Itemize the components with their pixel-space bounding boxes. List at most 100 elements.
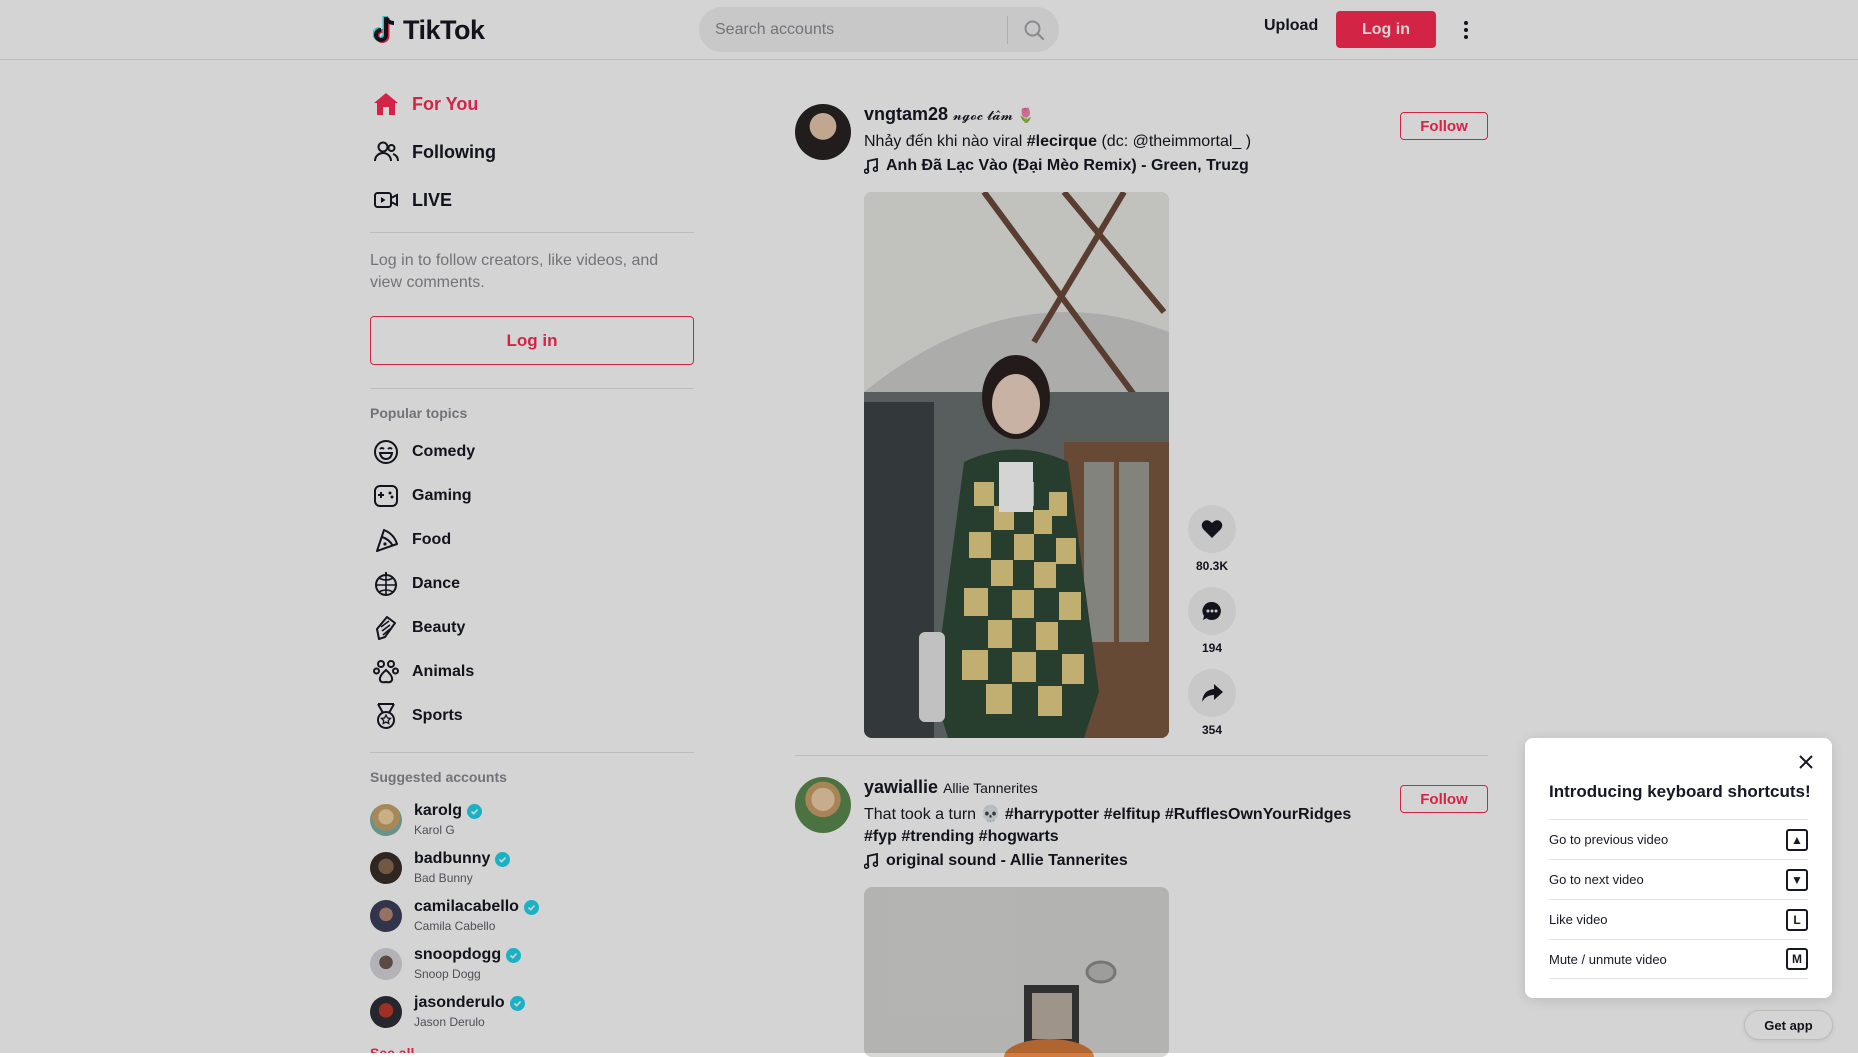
topic-comedy[interactable]: Comedy [372, 438, 475, 466]
avatar [370, 996, 402, 1028]
follow-button[interactable]: Follow [1400, 785, 1488, 813]
topic-label: Animals [412, 663, 474, 681]
music-link[interactable]: original sound - Allie Tannerites [864, 852, 1384, 870]
suggested-account[interactable]: jasonderulo Jason Derulo [370, 994, 525, 1029]
nav-label: LIVE [412, 190, 452, 211]
music-note-icon [864, 853, 878, 869]
video-player[interactable] [864, 887, 1169, 1057]
post-author-avatar[interactable] [795, 777, 851, 833]
live-icon [372, 186, 400, 214]
music-link[interactable]: Anh Đã Lạc Vào (Đại Mèo Remix) - Green, … [864, 157, 1384, 175]
key-up-icon: ▲ [1786, 829, 1808, 851]
shortcut-row: Mute / unmute video M [1549, 939, 1808, 979]
topic-beauty[interactable]: Beauty [372, 614, 465, 642]
post-author-avatar[interactable] [795, 104, 851, 160]
shortcuts-title: Introducing keyboard shortcuts! [1549, 782, 1811, 802]
see-all-link[interactable]: See all [370, 1045, 414, 1053]
caption-text: (dc: [1097, 133, 1133, 150]
upload-link[interactable]: Upload [1264, 17, 1318, 35]
feed-post: vngtam28 𝓷𝓰𝓸𝓬 𝓽𝓪̂𝓶 🌷 Nhảy đến khi nào vi… [795, 102, 1488, 742]
search-bar [699, 7, 1059, 52]
suggested-account[interactable]: badbunny Bad Bunny [370, 850, 510, 885]
post-username[interactable]: yawiallie [864, 777, 938, 798]
topic-label: Comedy [412, 443, 475, 461]
share-button[interactable] [1188, 669, 1236, 717]
post-nickname: 𝓷𝓰𝓸𝓬 𝓽𝓪̂𝓶 🌷 [953, 107, 1034, 124]
heart-icon [1201, 519, 1223, 539]
nav-live[interactable]: LIVE [372, 186, 452, 214]
nav-for-you[interactable]: For You [372, 90, 478, 118]
post-caption: That took a turn 💀 #harrypotter #elfitup… [864, 804, 1384, 848]
caption-text: Nhảy đến khi nào viral [864, 133, 1027, 150]
video-player[interactable] [864, 192, 1169, 738]
tiktok-note-icon [373, 15, 399, 45]
topic-label: Gaming [412, 487, 472, 505]
suggested-account[interactable]: camilacabello Camila Cabello [370, 898, 539, 933]
verified-icon [510, 996, 525, 1011]
account-handle: karolg [414, 802, 462, 820]
more-menu-icon[interactable] [1456, 16, 1476, 44]
follow-button[interactable]: Follow [1400, 112, 1488, 140]
avatar [370, 852, 402, 884]
shortcut-row: Like video L [1549, 899, 1808, 939]
close-icon[interactable] [1796, 752, 1816, 772]
comment-icon [1201, 600, 1223, 622]
shortcut-label: Go to previous video [1549, 832, 1668, 847]
comment-button[interactable] [1188, 587, 1236, 635]
post-actions: 80.3K 194 354 [1188, 505, 1236, 751]
key-m-icon: M [1786, 948, 1808, 970]
key-down-icon: ▼ [1786, 869, 1808, 891]
topic-food[interactable]: Food [372, 526, 451, 554]
account-handle: snoopdogg [414, 946, 501, 964]
account-name: Jason Derulo [414, 1015, 525, 1029]
sidebar-divider [370, 388, 694, 389]
sidebar-divider [370, 752, 694, 753]
post-header: yawiallie Allie Tannerites That took a t… [864, 777, 1384, 870]
topic-dance[interactable]: Dance [372, 570, 460, 598]
key-l-icon: L [1786, 909, 1808, 931]
music-note-icon [864, 158, 878, 174]
suggested-account[interactable]: snoopdogg Snoop Dogg [370, 946, 521, 981]
comment-action: 194 [1188, 587, 1236, 655]
nav-following[interactable]: Following [372, 138, 496, 166]
get-app-button[interactable]: Get app [1744, 1010, 1833, 1040]
topic-sports[interactable]: Sports [372, 702, 463, 730]
shortcut-row: Go to next video ▼ [1549, 859, 1808, 899]
suggested-account[interactable]: karolg Karol G [370, 802, 482, 837]
post-username[interactable]: vngtam28 [864, 104, 948, 125]
search-button[interactable] [1008, 7, 1059, 52]
avatar [370, 900, 402, 932]
share-action: 354 [1188, 669, 1236, 737]
topic-label: Beauty [412, 619, 465, 637]
comment-count: 194 [1202, 641, 1222, 655]
tiktok-logo[interactable]: TikTok [373, 12, 485, 48]
sidebar-login-button[interactable]: Log in [370, 316, 694, 365]
search-icon [1023, 19, 1045, 41]
account-name: Bad Bunny [414, 871, 510, 885]
caption-text: ) [1241, 133, 1251, 150]
beauty-icon [372, 614, 400, 642]
home-icon [372, 90, 400, 118]
sidebar: For You Following LIVE Log in to follow … [370, 60, 694, 1053]
account-handle: camilacabello [414, 898, 519, 916]
animals-icon [372, 658, 400, 686]
shortcut-label: Mute / unmute video [1549, 952, 1667, 967]
topic-gaming[interactable]: Gaming [372, 482, 472, 510]
dance-icon [372, 570, 400, 598]
topic-label: Dance [412, 575, 460, 593]
login-button[interactable]: Log in [1336, 11, 1436, 48]
search-input[interactable] [699, 7, 1007, 52]
sidebar-divider [370, 232, 694, 233]
post-divider [795, 755, 1488, 756]
verified-icon [524, 900, 539, 915]
comedy-icon [372, 438, 400, 466]
share-icon [1201, 683, 1223, 703]
like-button[interactable] [1188, 505, 1236, 553]
avatar [370, 804, 402, 836]
top-header: TikTok Upload Log in [0, 0, 1858, 60]
verified-icon [506, 948, 521, 963]
hashtag-link[interactable]: #lecirque [1027, 133, 1097, 150]
mention-link[interactable]: @theimmortal_ [1133, 133, 1242, 150]
sports-icon [372, 702, 400, 730]
topic-animals[interactable]: Animals [372, 658, 474, 686]
